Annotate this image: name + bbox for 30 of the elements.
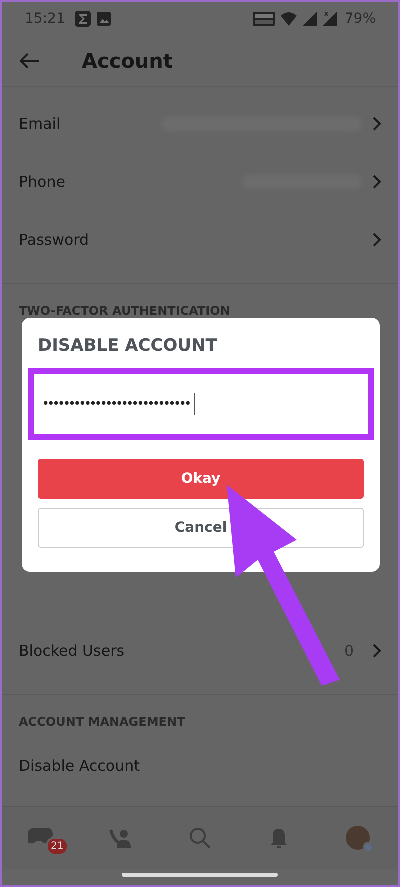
sigma-icon [75,11,92,27]
wifi-icon [280,12,297,26]
back-arrow-icon[interactable] [20,53,40,69]
image-icon [97,12,112,26]
person-wave-icon [108,827,133,849]
dialog-title: DISABLE ACCOUNT [38,336,218,356]
section-heading: TWO-FACTOR AUTHENTICATION [18,303,232,320]
battery-percent: 79% [344,11,376,27]
settings-row[interactable]: Email [2,95,398,153]
search-icon[interactable] [189,827,211,849]
notification-badge: 21 [46,837,69,856]
signal-icon [302,12,317,26]
row-label: Password [19,231,90,249]
text-cursor [194,393,195,415]
signal-icon [322,12,337,26]
settings-row[interactable]: Disable Account [2,737,398,795]
section-heading: ACCOUNT MANAGEMENT [18,714,186,731]
status-time: 15:21 [25,11,66,27]
page-title: Account [82,49,173,73]
settings-row[interactable]: Phone [2,153,398,211]
row-label: Email [19,115,61,133]
row-label: Disable Account [19,757,140,775]
bell-icon[interactable] [270,827,288,849]
password-field[interactable]: •••••••••••••••••••••••••••• [34,374,368,434]
okay-button[interactable]: Okay [38,459,364,499]
status-dot [363,842,374,853]
settings-row[interactable]: Password [2,211,398,269]
avatar[interactable] [346,826,370,850]
row-label: Phone [19,173,66,191]
row-label: Blocked Users [19,642,125,660]
